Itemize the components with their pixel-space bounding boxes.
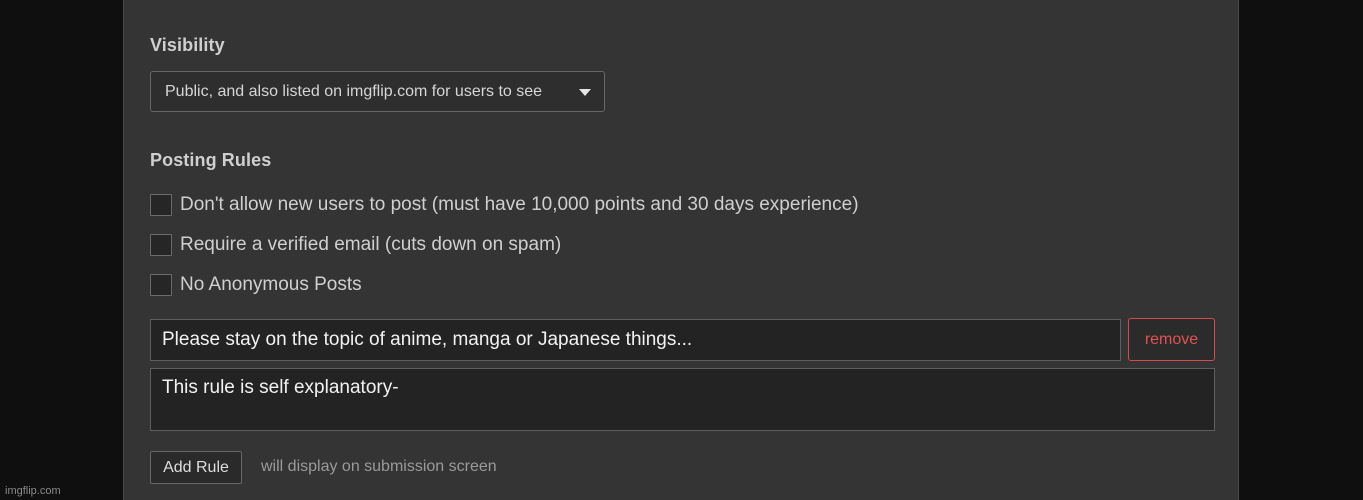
verified-email-checkbox[interactable] (150, 234, 172, 256)
rule-option-verified-email[interactable]: Require a verified email (cuts down on s… (150, 233, 561, 257)
settings-panel: Visibility Public, and also listed on im… (123, 0, 1239, 500)
imgflip-watermark: imgflip.com (5, 485, 61, 497)
add-rule-button[interactable]: Add Rule (150, 451, 242, 484)
add-rule-hint: will display on submission screen (261, 458, 497, 475)
no-anonymous-checkbox[interactable] (150, 274, 172, 296)
visibility-select[interactable]: Public, and also listed on imgflip.com f… (150, 71, 605, 112)
remove-rule-button[interactable]: remove (1128, 318, 1215, 361)
visibility-selected-value: Public, and also listed on imgflip.com f… (165, 82, 543, 100)
verified-email-label: Require a verified email (cuts down on s… (180, 234, 562, 255)
rule-option-no-anonymous[interactable]: No Anonymous Posts (150, 273, 362, 297)
page: Visibility Public, and also listed on im… (0, 0, 1363, 500)
new-users-checkbox[interactable] (150, 194, 172, 216)
rule-description-textarea[interactable]: This rule is self explanatory- (150, 368, 1215, 431)
visibility-heading: Visibility (150, 35, 225, 55)
chevron-down-icon (579, 89, 591, 96)
posting-rules-heading: Posting Rules (150, 150, 272, 170)
no-anonymous-label: No Anonymous Posts (180, 274, 362, 295)
rule-option-new-users[interactable]: Don't allow new users to post (must have… (150, 193, 859, 217)
rule-title-input[interactable]: Please stay on the topic of anime, manga… (150, 319, 1121, 361)
new-users-label: Don't allow new users to post (must have… (180, 194, 859, 215)
